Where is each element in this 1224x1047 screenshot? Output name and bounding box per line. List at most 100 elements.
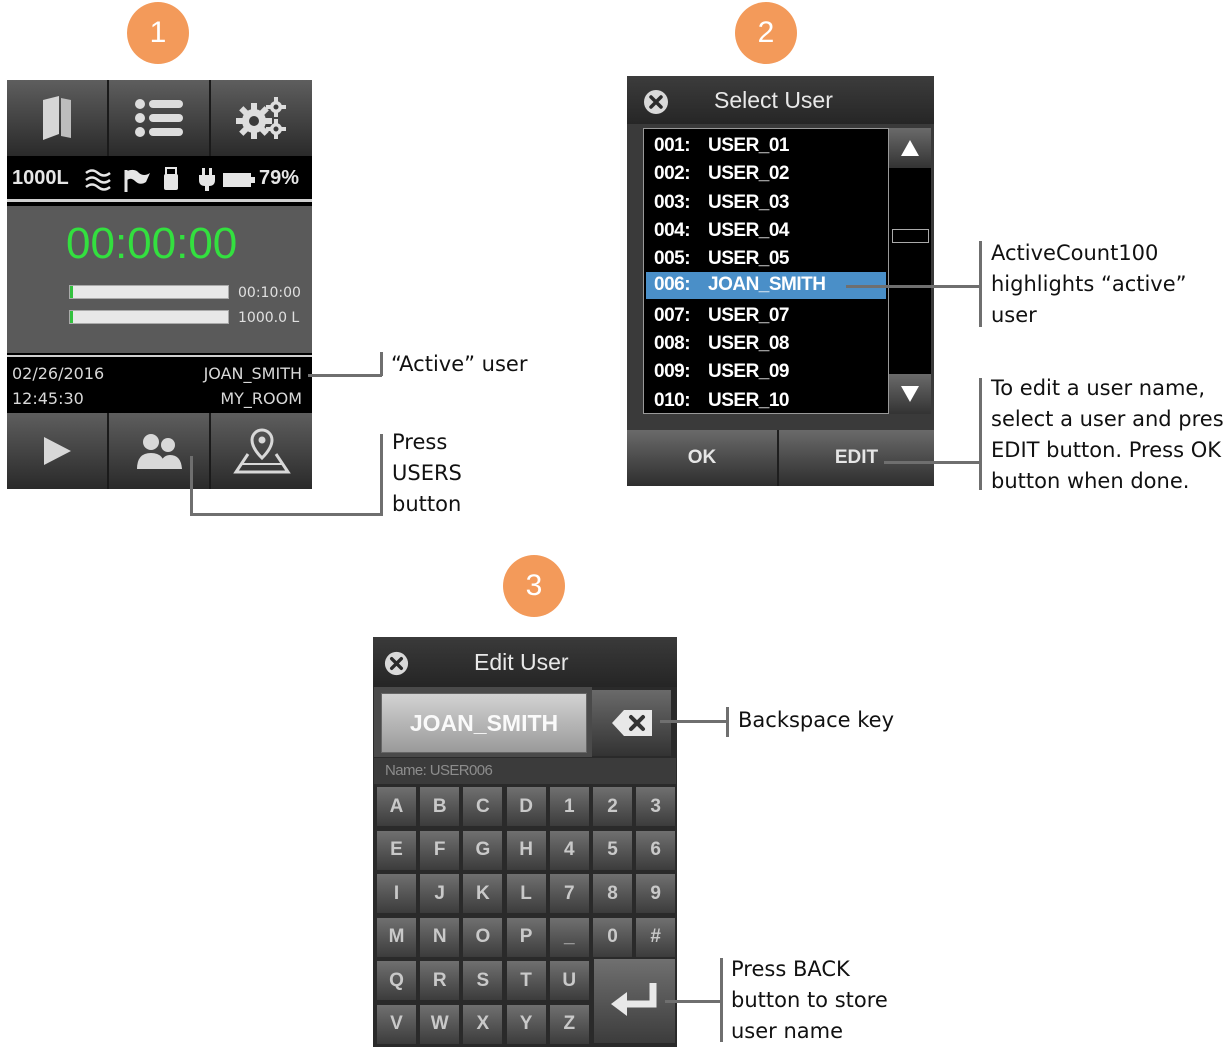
list-icon: [135, 99, 183, 137]
key-9[interactable]: 9: [635, 873, 677, 914]
key-5[interactable]: 5: [592, 829, 633, 871]
user-list-item[interactable]: 003: USER_03: [646, 190, 886, 216]
key-8[interactable]: 8: [592, 873, 633, 914]
user-number: 002:: [654, 163, 691, 185]
enter-key[interactable]: [593, 958, 676, 1044]
users-button[interactable]: [109, 413, 211, 489]
user-list-item[interactable]: 005: USER_05: [646, 246, 886, 272]
step-3-badge: 3: [503, 555, 565, 617]
volume-progress-bar: [69, 310, 229, 324]
key-g[interactable]: G: [462, 829, 504, 871]
key-3[interactable]: 3: [635, 786, 677, 827]
key-7[interactable]: 7: [548, 873, 590, 914]
volume-progress-label: 1000.0 L: [238, 310, 300, 326]
key-p[interactable]: P: [505, 916, 547, 958]
user-list-item[interactable]: 010: USER_10: [646, 388, 886, 414]
key-o[interactable]: O: [462, 916, 504, 958]
play-button[interactable]: [7, 413, 109, 489]
user-list-item[interactable]: 004: USER_04: [646, 218, 886, 244]
user-name-value: JOAN_SMITH: [409, 709, 559, 736]
menu-button[interactable]: [109, 80, 211, 156]
backspace-button[interactable]: [592, 690, 671, 756]
ok-button[interactable]: OK: [627, 430, 779, 486]
key-r[interactable]: R: [419, 960, 461, 1001]
user-name: USER_07: [708, 304, 790, 326]
key-b[interactable]: B: [419, 786, 461, 827]
active-user-annotation: “Active” user: [391, 352, 528, 376]
press-users-line3: button: [392, 492, 462, 516]
user-list-item[interactable]: 009: USER_09: [646, 359, 886, 385]
key-i[interactable]: I: [376, 873, 417, 914]
scroll-down-button[interactable]: [889, 374, 931, 414]
key-h[interactable]: H: [505, 829, 547, 871]
date-readout: 02/26/2016: [12, 364, 105, 383]
key-x[interactable]: X: [462, 1003, 504, 1045]
settings-button[interactable]: [211, 80, 312, 156]
key-6[interactable]: 6: [635, 829, 677, 871]
enter-arrow-icon: [610, 983, 656, 1016]
key-c[interactable]: C: [462, 786, 504, 827]
highlight-line1: ActiveCount100: [991, 241, 1159, 265]
user-list-item[interactable]: 007: USER_07: [646, 303, 886, 329]
user-name: USER_08: [708, 333, 790, 355]
scroll-up-button[interactable]: [889, 128, 931, 168]
location-button[interactable]: [211, 413, 312, 489]
scrollbar-track[interactable]: [889, 128, 931, 414]
play-icon: [44, 437, 71, 465]
back-help-line3: user name: [731, 1019, 844, 1043]
key-y[interactable]: Y: [505, 1003, 547, 1045]
key-0[interactable]: 0: [592, 916, 633, 958]
book-icon: [43, 96, 71, 140]
backspace-bracket: [726, 707, 729, 737]
library-button[interactable]: [7, 80, 109, 156]
key-u[interactable]: U: [548, 960, 590, 1001]
close-icon[interactable]: [642, 88, 670, 116]
highlight-connector: [846, 285, 982, 288]
power-plug-icon: [199, 168, 215, 191]
key-underscore[interactable]: _: [548, 916, 590, 958]
key-2[interactable]: 2: [592, 786, 633, 827]
highlight-bracket: [979, 241, 982, 327]
name-hint: Name: USER006: [385, 762, 493, 779]
key-q[interactable]: Q: [376, 960, 417, 1001]
user-list-item[interactable]: 002: USER_02: [646, 161, 886, 187]
key-k[interactable]: K: [462, 873, 504, 914]
close-icon[interactable]: [383, 650, 410, 677]
key-d[interactable]: D: [505, 786, 547, 827]
key-j[interactable]: J: [419, 873, 461, 914]
key-e[interactable]: E: [376, 829, 417, 871]
key-f[interactable]: F: [419, 829, 461, 871]
user-number: 009:: [654, 361, 691, 383]
key-v[interactable]: V: [376, 1003, 417, 1045]
user-list-item[interactable]: 008: USER_08: [646, 331, 886, 357]
backspace-icon: [611, 710, 652, 736]
key-a[interactable]: A: [376, 786, 417, 827]
key-s[interactable]: S: [462, 960, 504, 1001]
edit-button[interactable]: EDIT: [779, 430, 934, 486]
key-hash[interactable]: #: [635, 916, 677, 958]
user-name-input[interactable]: JOAN_SMITH: [381, 693, 587, 753]
time-progress-fill: [70, 286, 74, 298]
active-user-connector: [308, 374, 382, 377]
user-name: USER_01: [708, 135, 790, 156]
step-1-badge: 1: [127, 2, 189, 64]
user-list-item[interactable]: 001: USER_01: [646, 133, 886, 159]
key-4[interactable]: 4: [548, 829, 590, 871]
user-name: USER_04: [708, 219, 790, 241]
key-z[interactable]: Z: [548, 1003, 590, 1045]
ok-button-label: OK: [687, 447, 717, 468]
key-1[interactable]: 1: [548, 786, 590, 827]
user-name: JOAN_SMITH: [708, 274, 826, 295]
users-bracket: [380, 434, 383, 516]
scroll-thumb[interactable]: [892, 229, 929, 243]
user-number: 004:: [654, 219, 691, 241]
key-t[interactable]: T: [505, 960, 547, 1001]
key-m[interactable]: M: [376, 916, 417, 958]
time-progress-label: 00:10:00: [238, 285, 301, 301]
key-w[interactable]: W: [419, 1003, 461, 1045]
time-progress-bar: [69, 285, 229, 299]
key-l[interactable]: L: [505, 873, 547, 914]
back-help-line1: Press BACK: [731, 957, 850, 981]
back-bracket: [720, 958, 723, 1042]
key-n[interactable]: N: [419, 916, 461, 958]
